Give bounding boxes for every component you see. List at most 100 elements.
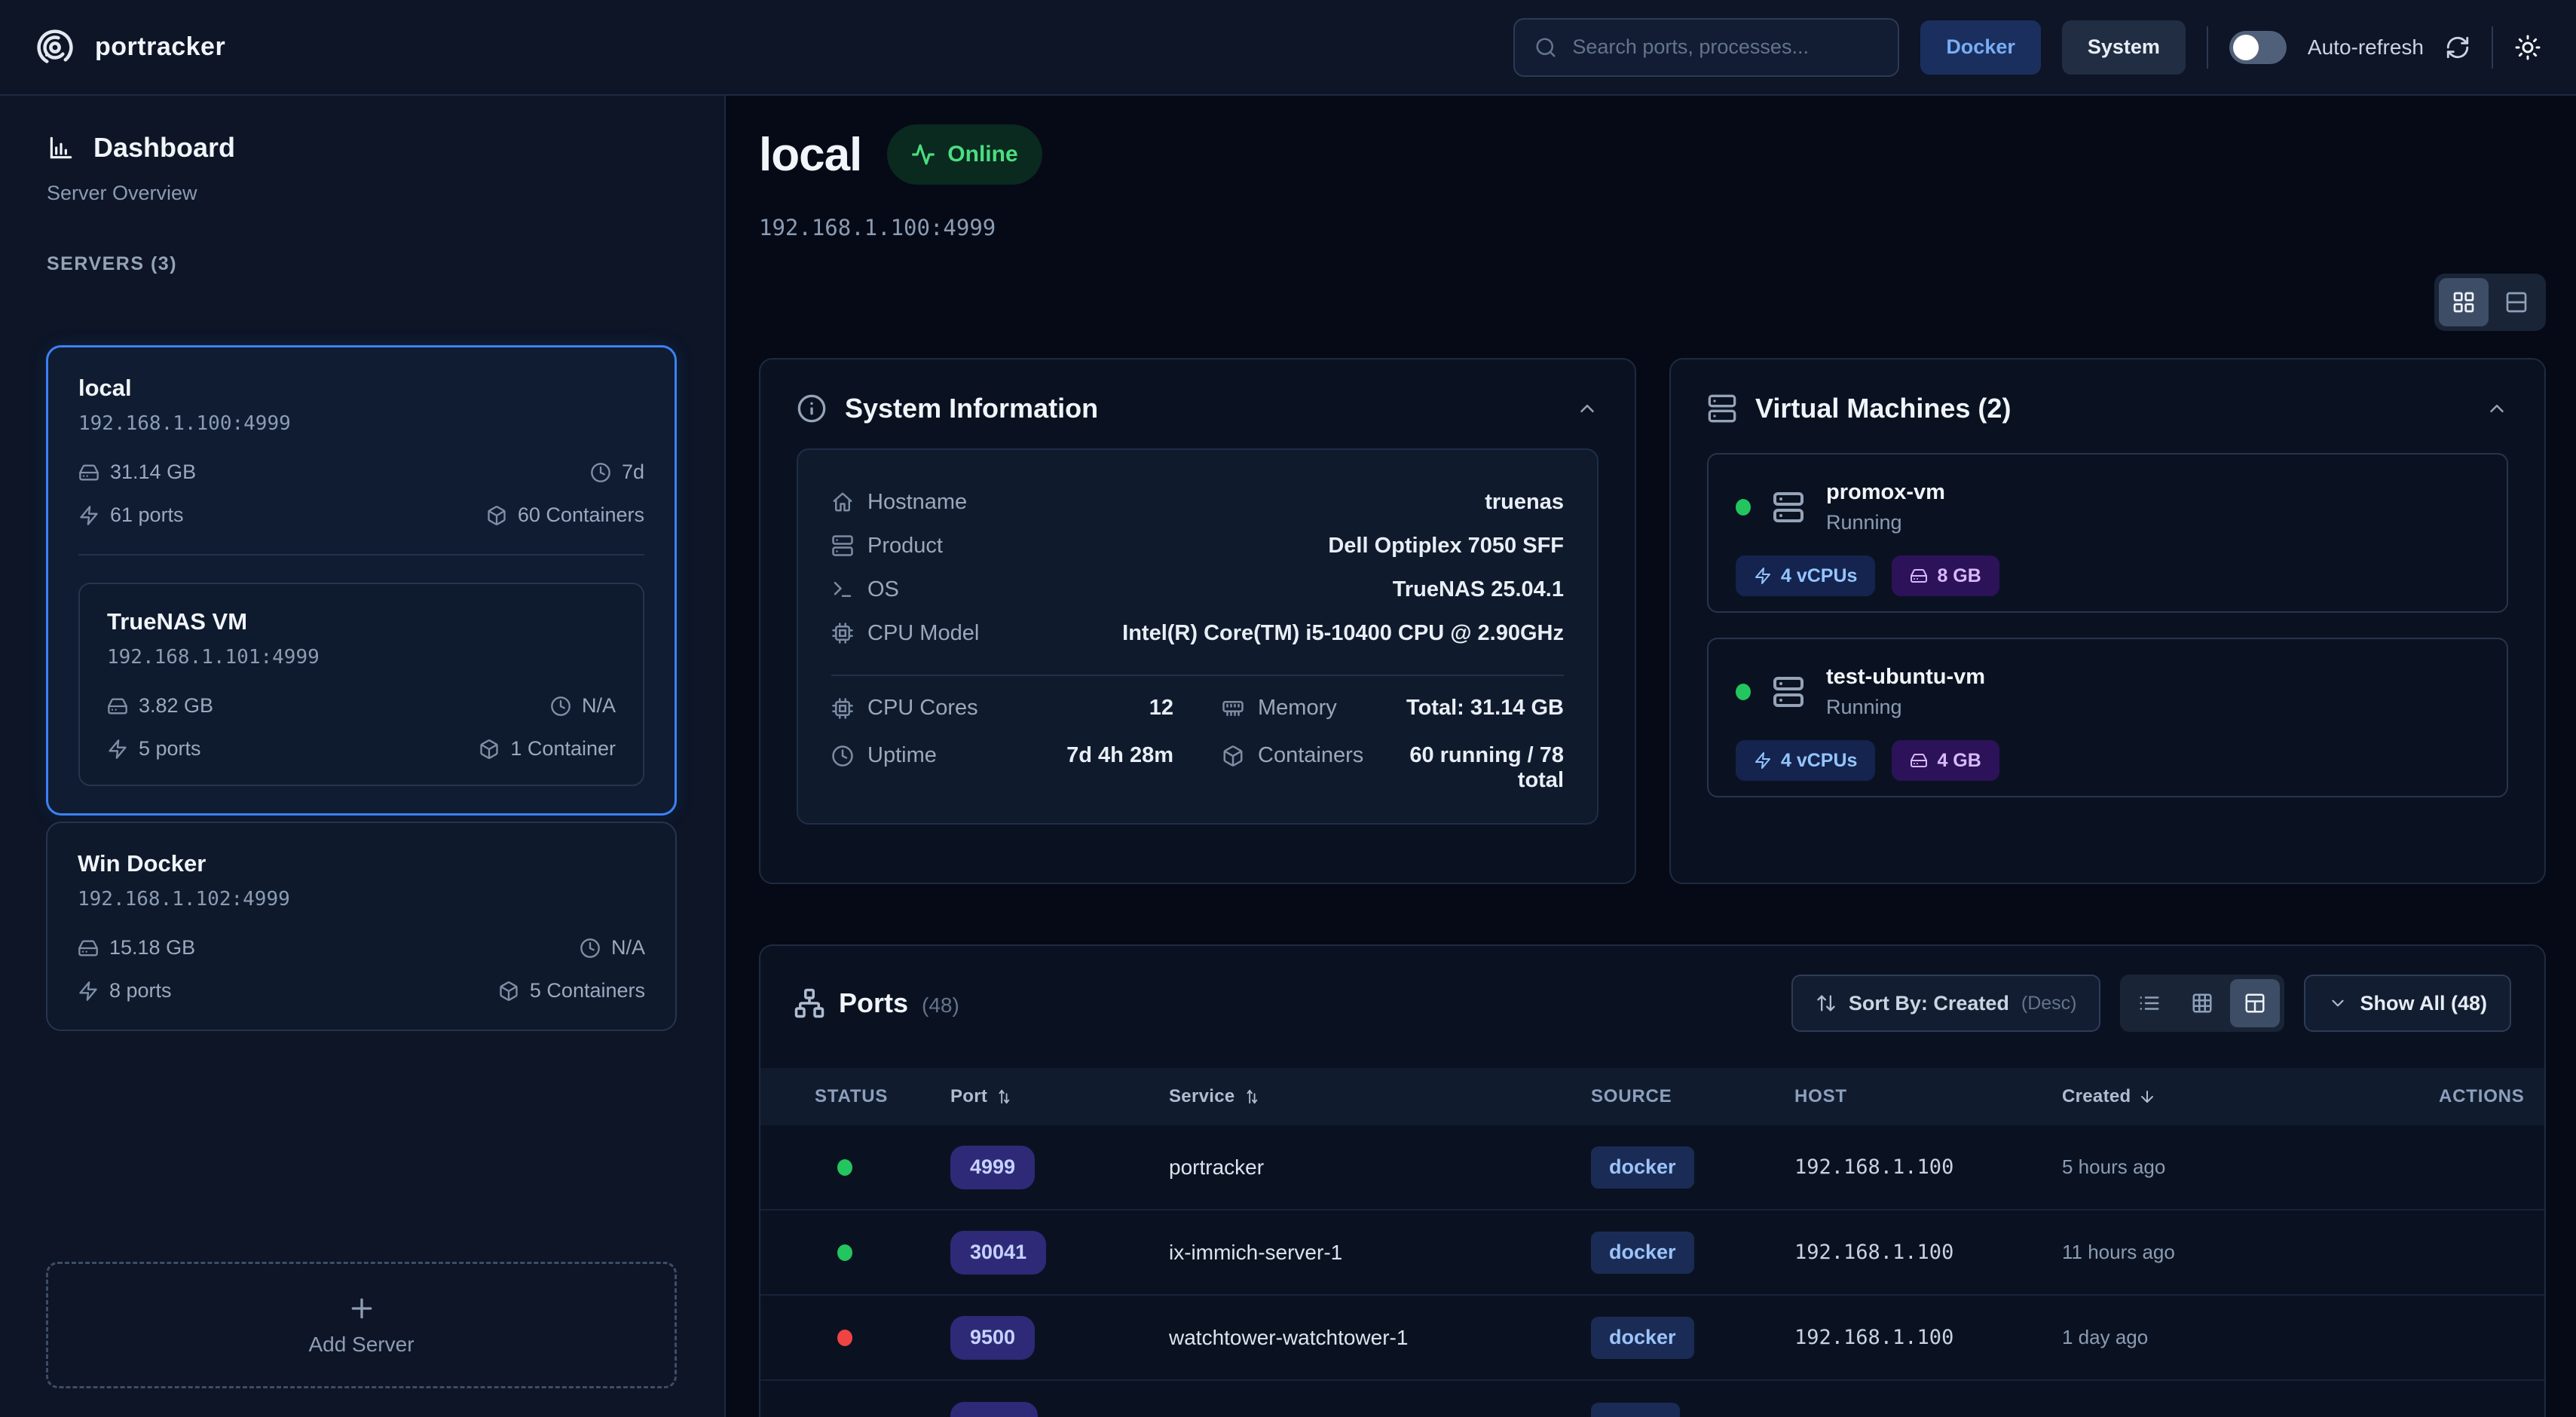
dashboard-subtitle: Server Overview — [47, 182, 678, 205]
port-number-pill[interactable]: 4999 — [950, 1146, 1035, 1189]
source-badge: docker — [1591, 1146, 1694, 1189]
memory-icon — [1222, 697, 1244, 720]
column-source: SOURCE — [1591, 1086, 1794, 1107]
vm-card[interactable]: test-ubuntu-vm Running 4 vCPUs — [1707, 638, 2508, 797]
sidebar: Dashboard Server Overview SERVERS (3) lo… — [0, 96, 726, 1417]
vm-cpu-badge: 4 vCPUs — [1736, 740, 1875, 781]
add-server-label: Add Server — [308, 1333, 414, 1357]
stat-containers: Containers 60 running / 78 total — [1222, 743, 1564, 793]
collapse-button[interactable] — [2486, 397, 2508, 420]
sort-direction: (Desc) — [2021, 993, 2077, 1015]
server-memory: 31.14 GB — [78, 461, 196, 484]
collapse-button[interactable] — [1576, 397, 1599, 420]
server-memory: 3.82 GB — [107, 694, 213, 718]
port-number-pill[interactable]: 9500 — [950, 1316, 1035, 1360]
server-containers: 1 Container — [479, 737, 616, 761]
info-value: truenas — [1485, 490, 1564, 515]
source-badge: docker — [1591, 1317, 1694, 1359]
table-view-button[interactable] — [2230, 979, 2280, 1027]
sort-arrows-icon — [995, 1088, 1011, 1105]
source-badge: docker — [1591, 1232, 1694, 1274]
ports-view-switcher — [2120, 975, 2284, 1032]
grid-view-button[interactable] — [2177, 979, 2227, 1027]
ports-count: (48) — [922, 993, 959, 1018]
server-icon — [831, 534, 854, 557]
port-status-dot — [837, 1159, 852, 1176]
info-icon — [797, 393, 827, 424]
column-status: STATUS — [815, 1086, 950, 1107]
server-card-local[interactable]: local 192.168.1.100:4999 31.14 GB — [46, 345, 677, 816]
card-title: System Information — [845, 393, 1098, 424]
auto-refresh-toggle[interactable] — [2229, 31, 2287, 64]
page-title: local — [759, 128, 861, 182]
divider — [831, 675, 1564, 676]
column-service[interactable]: Service — [1169, 1086, 1591, 1107]
info-label: Hostname — [831, 490, 967, 515]
vm-name: test-ubuntu-vm — [1826, 665, 1985, 690]
chevron-up-icon — [2486, 397, 2508, 420]
server-uptime: N/A — [580, 936, 645, 959]
search-box[interactable] — [1513, 18, 1899, 77]
grid-view-button[interactable] — [2439, 278, 2489, 326]
server-containers: 5 Containers — [498, 979, 645, 1002]
clock-icon — [590, 462, 611, 483]
brand: portracker — [35, 27, 225, 68]
servers-section-label: SERVERS (3) — [47, 253, 678, 275]
layout-view-toggle — [2434, 274, 2546, 331]
virtual-machines-card: Virtual Machines (2) promox-vm Running — [1669, 358, 2546, 884]
vm-status: Running — [1826, 696, 1985, 719]
ports-title: Ports — [839, 987, 908, 1019]
dashboard-title: Dashboard — [93, 132, 235, 164]
vm-status: Running — [1826, 511, 1945, 534]
hard-drive-icon — [107, 696, 128, 717]
server-card-truenas-vm[interactable]: TrueNAS VM 192.168.1.101:4999 3.82 GB — [78, 583, 644, 786]
stat-uptime: Uptime 7d 4h 28m — [831, 743, 1173, 793]
hard-drive-icon — [1910, 751, 1928, 770]
table-row-partial[interactable] — [760, 1381, 2544, 1417]
hard-drive-icon — [78, 938, 99, 959]
search-input[interactable] — [1572, 35, 1878, 59]
vm-card[interactable]: promox-vm Running 4 vCPUs — [1707, 453, 2508, 613]
add-server-button[interactable]: Add Server — [46, 1262, 677, 1388]
port-status-dot — [837, 1244, 852, 1261]
show-all-label: Show All (48) — [2360, 992, 2487, 1015]
list-view-button[interactable] — [2125, 979, 2174, 1027]
server-address: 192.168.1.100:4999 — [78, 412, 644, 435]
host-address: 192.168.1.100 — [1794, 1241, 2062, 1264]
server-card-win-docker[interactable]: Win Docker 192.168.1.102:4999 15.18 GB — [46, 822, 677, 1031]
server-address: 192.168.1.101:4999 — [107, 646, 616, 669]
network-icon — [794, 987, 825, 1019]
column-port[interactable]: Port — [950, 1086, 1169, 1107]
vm-name: promox-vm — [1826, 480, 1945, 505]
server-uptime: N/A — [550, 694, 616, 718]
column-created[interactable]: Created — [2062, 1086, 2439, 1107]
system-filter-button[interactable]: System — [2062, 20, 2186, 75]
clock-icon — [831, 745, 854, 767]
table-row[interactable]: 4999 portracker docker 192.168.1.100 5 h… — [760, 1125, 2544, 1210]
sort-by-button[interactable]: Sort By: Created (Desc) — [1791, 975, 2101, 1032]
vm-memory-badge: 4 GB — [1892, 740, 1999, 781]
info-row: OS TrueNAS 25.04.1 — [831, 568, 1564, 611]
host-address: 192.168.1.100 — [1794, 1326, 2062, 1349]
sort-arrows-icon — [1243, 1088, 1259, 1105]
vm-memory-badge: 8 GB — [1892, 555, 1999, 596]
table-row[interactable]: 9500 watchtower-watchtower-1 docker 192.… — [760, 1296, 2544, 1381]
zap-icon — [1754, 751, 1772, 770]
rows-view-button[interactable] — [2492, 278, 2541, 326]
divider — [78, 554, 644, 555]
cpu-icon — [831, 622, 854, 644]
port-number-pill[interactable] — [950, 1402, 1038, 1417]
divider — [2207, 26, 2208, 69]
show-all-button[interactable]: Show All (48) — [2304, 975, 2511, 1032]
divider — [2492, 26, 2493, 69]
theme-toggle-button[interactable] — [2514, 34, 2541, 61]
table-row[interactable]: 30041 ix-immich-server-1 docker 192.168.… — [760, 1210, 2544, 1296]
port-number-pill[interactable]: 30041 — [950, 1231, 1046, 1275]
refresh-icon — [2445, 35, 2470, 60]
refresh-button[interactable] — [2445, 35, 2470, 60]
service-name: watchtower-watchtower-1 — [1169, 1326, 1591, 1350]
zap-icon — [1754, 567, 1772, 585]
docker-filter-button[interactable]: Docker — [1920, 20, 2041, 75]
activity-icon — [911, 142, 935, 167]
list-icon — [2138, 992, 2161, 1015]
